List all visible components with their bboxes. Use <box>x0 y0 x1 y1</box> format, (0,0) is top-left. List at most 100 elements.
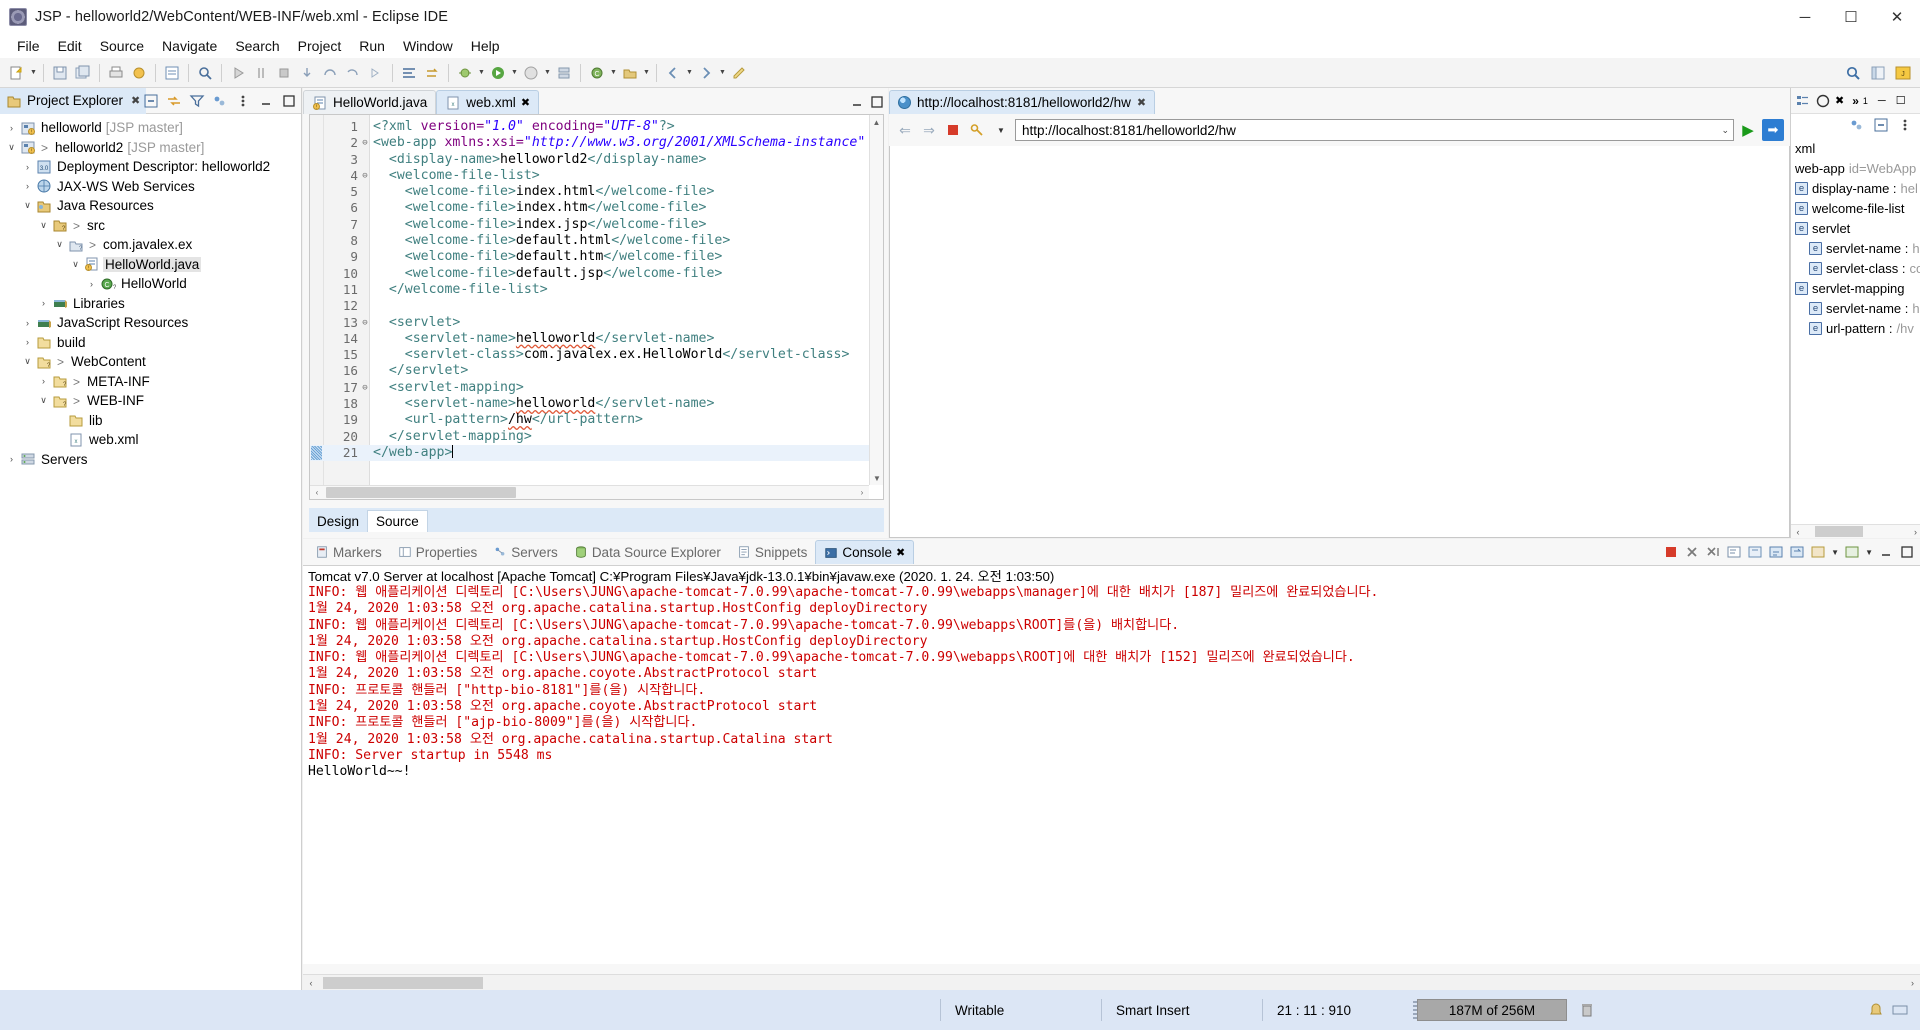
outline-item-url-pattern[interactable]: e url-pattern :/hv <box>1791 318 1920 338</box>
tree-item-src[interactable]: ∨? > src <box>0 216 301 236</box>
display-console-icon[interactable] <box>1810 544 1826 560</box>
resume-icon[interactable] <box>365 62 387 84</box>
open-console-icon[interactable] <box>1726 544 1742 560</box>
outline-item-servlet-class[interactable]: e servlet-class : co <box>1791 258 1920 278</box>
new-package-dropdown-icon[interactable]: ▼ <box>642 62 651 84</box>
editor-vertical-scrollbar[interactable]: ▲ ▼ <box>869 115 883 485</box>
tab-browser[interactable]: http://localhost:8181/helloworld2/hw ✖ <box>889 90 1156 114</box>
outline-item-servlet-name[interactable]: e servlet-name :h <box>1791 238 1920 258</box>
chevron-down-icon[interactable]: ∨ <box>20 200 35 211</box>
console-tab-snippets[interactable]: Snippets <box>729 540 816 564</box>
code-line[interactable]: 17 ⊖ <servlet-mapping> <box>310 380 883 396</box>
scroll-right-icon[interactable]: › <box>1911 978 1914 988</box>
console-horizontal-scrollbar[interactable]: ‹ › <box>303 974 1920 990</box>
scroll-down-icon[interactable]: ▼ <box>870 471 883 485</box>
terminate-icon[interactable] <box>1663 544 1679 560</box>
maximize-icon[interactable]: ☐ <box>1896 94 1906 107</box>
minimize-button[interactable]: ─ <box>1782 0 1828 34</box>
search-tool-icon[interactable] <box>194 62 216 84</box>
overflow-icon[interactable]: » <box>1852 94 1859 108</box>
close-icon[interactable]: ✖ <box>896 546 905 559</box>
console-log-output[interactable]: INFO: 웹 애플리케이션 디렉토리 [C:\Users\JUNG\apach… <box>303 585 1920 964</box>
editor-tab-web-xml[interactable]: x web.xml ✖ <box>436 90 540 114</box>
chevron-right-icon[interactable]: › <box>20 162 35 172</box>
new-dropdown-icon[interactable]: ▼ <box>29 62 38 84</box>
jsp-perspective-icon[interactable]: J <box>1892 62 1914 84</box>
code-line[interactable]: 10 <welcome-file>default.jsp</welcome-fi… <box>310 266 883 282</box>
print-icon[interactable] <box>105 62 127 84</box>
tree-item-meta-inf[interactable]: ›? > META-INF <box>0 372 301 392</box>
chevron-right-icon[interactable]: › <box>36 298 51 308</box>
menu-project[interactable]: Project <box>289 36 351 56</box>
code-line[interactable]: 20 </servlet-mapping> <box>310 429 883 445</box>
close-icon[interactable]: ✖ <box>521 96 530 109</box>
view-filter-icon[interactable] <box>189 93 205 109</box>
chevron-right-icon[interactable]: › <box>36 376 51 386</box>
format-icon[interactable] <box>398 62 420 84</box>
editor-tab-helloworld-java[interactable]: ! HelloWorld.java <box>303 90 437 114</box>
chevron-down-icon[interactable]: ⌄ <box>1721 125 1729 136</box>
scroll-left-icon[interactable]: ‹ <box>303 978 319 988</box>
word-wrap-icon[interactable] <box>1789 544 1805 560</box>
close-icon[interactable]: ✖ <box>1137 96 1146 109</box>
memory-indicator[interactable]: 187M of 256M <box>1417 999 1567 1021</box>
outline-item-servlet[interactable]: e servlet <box>1791 218 1920 238</box>
code-line[interactable]: 14 <servlet-name>helloworld</servlet-nam… <box>310 331 883 347</box>
chevron-right-icon[interactable]: › <box>20 181 35 191</box>
tab-project-explorer[interactable]: Project Explorer ✖ <box>0 87 147 114</box>
close-icon[interactable]: ✖ <box>131 94 140 107</box>
code-line[interactable]: 1 <?xml version="1.0" encoding="UTF-8"?> <box>310 119 883 135</box>
tree-item-helloworld[interactable]: ›C?HelloWorld <box>0 274 301 294</box>
chevron-down-icon[interactable]: ∨ <box>68 259 83 270</box>
sync-icon[interactable] <box>212 93 228 109</box>
code-line[interactable]: 3 <display-name>helloworld2</display-nam… <box>310 152 883 168</box>
profile-icon[interactable] <box>520 62 542 84</box>
pin-icon[interactable] <box>1747 544 1763 560</box>
menu-run[interactable]: Run <box>350 36 394 56</box>
code-line[interactable]: 19 <url-pattern>/hw</url-pattern> <box>310 412 883 428</box>
new-package-icon[interactable] <box>619 62 641 84</box>
tree-item-deployment-descriptor-helloworld2[interactable]: › 3.0 Deployment Descriptor: helloworld2 <box>0 157 301 177</box>
close-icon[interactable]: ✖ <box>1835 94 1844 107</box>
outline-horizontal-scrollbar[interactable]: ‹ › <box>1791 524 1920 538</box>
collapse-all-icon[interactable] <box>143 93 159 109</box>
code-line[interactable]: 4 ⊖ <welcome-file-list> <box>310 168 883 184</box>
maximize-icon[interactable] <box>869 94 885 110</box>
menu-edit[interactable]: Edit <box>49 36 91 56</box>
maximize-button[interactable]: ☐ <box>1828 0 1874 34</box>
tree-item-servers[interactable]: › Servers <box>0 450 301 470</box>
forward-nav-icon[interactable] <box>695 62 717 84</box>
browser-forward-icon[interactable]: ⇒ <box>919 120 939 140</box>
tree-item-helloworld2[interactable]: ∨! > helloworld2 [JSP master] <box>0 138 301 158</box>
menu-search[interactable]: Search <box>226 36 288 56</box>
stop-icon[interactable] <box>273 62 295 84</box>
chevron-right-icon[interactable]: › <box>4 123 19 133</box>
maximize-icon[interactable] <box>281 93 297 109</box>
scroll-lock-icon[interactable] <box>1768 544 1784 560</box>
project-tree[interactable]: ›! helloworld [JSP master] ∨! > helloworld2 [J… <box>0 114 301 988</box>
console-tab-servers[interactable]: Servers <box>485 540 566 564</box>
outline-item-display-name[interactable]: e display-name : hel <box>1791 178 1920 198</box>
code-line[interactable]: 8 <welcome-file>default.html</welcome-fi… <box>310 233 883 249</box>
chevron-down-icon[interactable]: ∨ <box>4 142 19 153</box>
scroll-right-icon[interactable]: › <box>855 488 869 497</box>
view-menu-icon[interactable] <box>235 93 251 109</box>
run-dropdown-icon[interactable]: ▼ <box>510 62 519 84</box>
chevron-right-icon[interactable]: › <box>20 337 35 347</box>
step-return-icon[interactable] <box>342 62 364 84</box>
editor-horizontal-scrollbar[interactable]: ‹ › <box>310 485 869 499</box>
fold-marker[interactable]: ⊖ <box>360 380 370 396</box>
profile-dropdown-icon[interactable]: ▼ <box>543 62 552 84</box>
console-tab-console[interactable]: Console ✖ <box>815 540 915 564</box>
sync-icon[interactable] <box>1849 117 1865 133</box>
console-tab-data-source-explorer[interactable]: Data Source Explorer <box>566 540 729 564</box>
code-line[interactable]: 11 </welcome-file-list> <box>310 282 883 298</box>
tree-item-webcontent[interactable]: ∨? > WebContent <box>0 352 301 372</box>
tree-item-javascript-resources[interactable]: › JavaScript Resources <box>0 313 301 333</box>
console-tab-properties[interactable]: Properties <box>390 540 486 564</box>
minimize-icon[interactable]: ─ <box>1878 95 1886 107</box>
menu-source[interactable]: Source <box>91 36 153 56</box>
menu-help[interactable]: Help <box>462 36 509 56</box>
close-button[interactable]: ✕ <box>1874 0 1920 34</box>
debug-dropdown-icon[interactable]: ▼ <box>477 62 486 84</box>
